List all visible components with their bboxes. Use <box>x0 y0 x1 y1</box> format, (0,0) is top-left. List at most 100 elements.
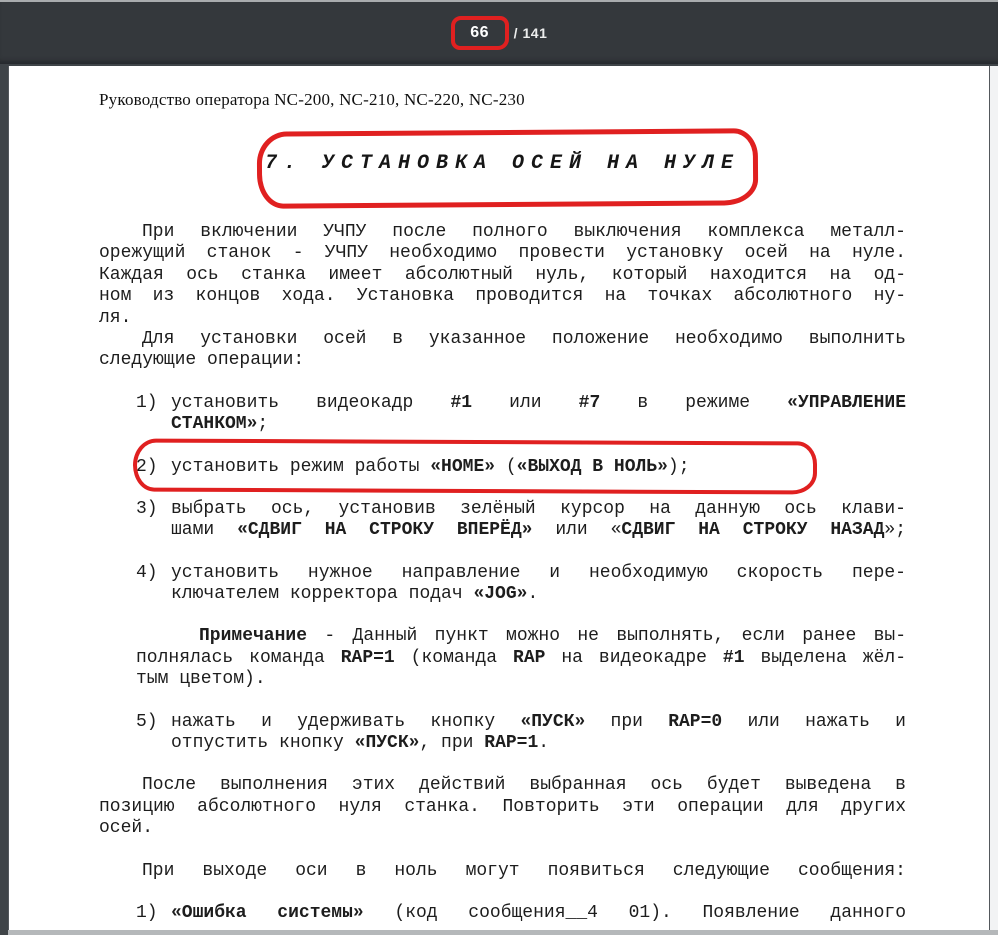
list-item: 3) выбрать ось, установив зелёный курсор … <box>99 499 906 542</box>
text-run: или нажать и <box>722 711 906 732</box>
bold-text-run: «JOG» <box>473 584 528 605</box>
text-run: или « <box>532 520 622 541</box>
bold-text-run: «ПУСК» <box>520 711 586 732</box>
text-line: Для установки осей в указанное положение… <box>99 329 906 350</box>
list-marker: 4) <box>136 562 158 583</box>
text-run: - Данный пункт можно не выполнять, если … <box>307 626 906 647</box>
bold-text-run: «Ошибка системы» <box>171 902 364 923</box>
bold-text-run: Примечание <box>199 626 308 647</box>
text-run: Каждая ось станка имеет абсолютный нуль,… <box>99 264 906 285</box>
scrollbar-track[interactable] <box>990 66 998 935</box>
paragraph: При выходе оси в ноль могут появиться сл… <box>99 861 906 882</box>
text-run: нажать и удерживать кнопку <box>171 711 521 732</box>
list-item: 4) установить нужное направление и необхо… <box>99 563 906 606</box>
annotation-box-page-number: 66 <box>450 16 509 50</box>
text-line: При выходе оси в ноль могут появиться сл… <box>99 861 906 882</box>
text-line: тым цветом). <box>136 669 906 690</box>
page-indicator: 66 / 141 <box>450 16 548 50</box>
text-line: «Ошибка системы» (код сообщения__4 01). … <box>171 903 906 924</box>
text-line: СТАНКОМ»; <box>171 414 906 435</box>
text-line: следующие операции: <box>99 350 906 371</box>
text-line: нажать и удерживать кнопку «ПУСК» при RA… <box>171 712 906 733</box>
text-line: осей. <box>99 818 906 839</box>
bold-text-run: СДВИГ НА СТРОКУ НАЗАД <box>621 520 885 541</box>
list-marker: 1) <box>136 902 158 923</box>
annotation-box-title <box>256 128 759 209</box>
bold-text-run: #1 <box>722 647 745 668</box>
viewer-toolbar: 66 / 141 <box>0 0 998 64</box>
text-line: орежущий станок - УЧПУ необходимо провес… <box>99 243 906 264</box>
list-marker: 3) <box>136 498 158 519</box>
text-run: (команда <box>394 647 514 668</box>
text-run: При выходе оси в ноль могут появиться сл… <box>142 860 906 881</box>
text-line: установить видеокадр #1 или #7 в режиме … <box>171 393 906 414</box>
bold-text-run: СТАНКОМ» <box>171 414 258 435</box>
text-line: установить нужное направление и необходи… <box>171 563 906 584</box>
text-line: Примечание - Данный пункт можно не выпол… <box>136 626 906 647</box>
document-header: Руководство оператора NC-200, NC-210, NC… <box>99 90 525 109</box>
bold-text-run: #1 <box>450 392 473 413</box>
text-run: в режиме <box>600 392 788 413</box>
text-line: После выполнения этих действий выбранная… <box>99 775 906 796</box>
total-page-count: 141 <box>522 25 548 41</box>
text-run: , при <box>419 733 485 754</box>
bold-text-run: #7 <box>578 392 601 413</box>
text-line: полнялась команда RAP=1 (команда RAP на … <box>136 648 906 669</box>
current-page-number[interactable]: 66 <box>470 24 489 42</box>
paragraph: После выполнения этих действий выбранная… <box>99 775 906 839</box>
bold-text-run: RAP <box>513 647 546 668</box>
page-bottom-edge <box>8 930 998 935</box>
text-run: выделена жёл- <box>744 647 906 668</box>
text-run: Для установки осей в указанное положение… <box>142 328 906 349</box>
text-run: шами <box>171 520 238 541</box>
list-item: 1) «Ошибка системы» (код сообщения__4 01)… <box>99 903 906 924</box>
text-line: ля. <box>99 308 906 329</box>
bold-text-run: RAP=0 <box>668 711 723 732</box>
text-run: отпустить кнопку <box>171 733 355 754</box>
text-run: выбрать ось, установив зелёный курсор на… <box>171 498 906 519</box>
note-block: Примечание - Данный пункт можно не выпол… <box>99 626 906 690</box>
text-run: установить видеокадр <box>171 392 451 413</box>
bold-text-run: «СДВИГ НА СТРОКУ ВПЕРЁД» <box>237 520 533 541</box>
annotation-box-step2 <box>132 438 818 495</box>
text-run: на видеокадре <box>545 647 723 668</box>
text-run: ; <box>257 414 269 435</box>
text-run: ключателем корректора подач <box>171 584 474 605</box>
text-run: установить нужное направление и необходи… <box>171 562 906 583</box>
text-line: ном из концов хода. Установка проводится… <box>99 286 906 307</box>
text-run: или <box>472 392 579 413</box>
document-viewer: Руководство оператора NC-200, NC-210, NC… <box>0 66 998 935</box>
bold-text-run: «ПУСК» <box>354 733 420 754</box>
text-line: Каждая ось станка имеет абсолютный нуль,… <box>99 265 906 286</box>
text-run: __ <box>565 902 588 923</box>
text-line: ключателем корректора подач «JOG». <box>171 584 906 605</box>
text-line: выбрать ось, установив зелёный курсор на… <box>171 499 906 520</box>
text-run: (код сообщения <box>363 902 566 923</box>
text-run: ля. <box>99 307 132 328</box>
bold-text-run: RAP=1 <box>484 733 539 754</box>
text-line: При включении УЧПУ после полного выключе… <box>99 222 906 243</box>
text-run: . <box>527 584 539 605</box>
list-item: 5) нажать и удерживать кнопку «ПУСК» при … <box>99 712 906 755</box>
paragraph: Для установки осей в указанное положение… <box>99 329 906 372</box>
paragraph: При включении УЧПУ после полного выключе… <box>99 222 906 329</box>
text-line: позицию абсолютного нуля станка. Повтори… <box>99 797 906 818</box>
text-run: »; <box>884 520 906 541</box>
text-run: После выполнения этих действий выбранная… <box>142 775 906 796</box>
text-run: полнялась команда <box>136 647 341 668</box>
text-run: тым цветом). <box>136 669 266 690</box>
bold-text-run: «УПРАВЛЕНИЕ <box>787 392 906 413</box>
text-line: шами «СДВИГ НА СТРОКУ ВПЕРЁД» или «СДВИГ… <box>171 520 906 541</box>
list-marker: 5) <box>136 711 158 732</box>
page-separator: / <box>513 25 518 41</box>
text-run: осей. <box>99 818 154 839</box>
text-run: При включении УЧПУ после полного выключе… <box>142 222 906 242</box>
list-marker: 1) <box>136 392 158 413</box>
pdf-page: Руководство оператора NC-200, NC-210, NC… <box>8 66 990 931</box>
document-body: При включении УЧПУ после полного выключе… <box>99 222 906 924</box>
text-run: позицию абсолютного нуля станка. Повтори… <box>99 796 906 817</box>
text-run: ном из концов хода. Установка проводится… <box>99 286 906 307</box>
list-item: 1) установить видеокадр #1 или #7 в режим… <box>99 393 906 436</box>
bold-text-run: RAP=1 <box>340 647 395 668</box>
text-line: отпустить кнопку «ПУСК», при RAP=1. <box>171 733 906 754</box>
